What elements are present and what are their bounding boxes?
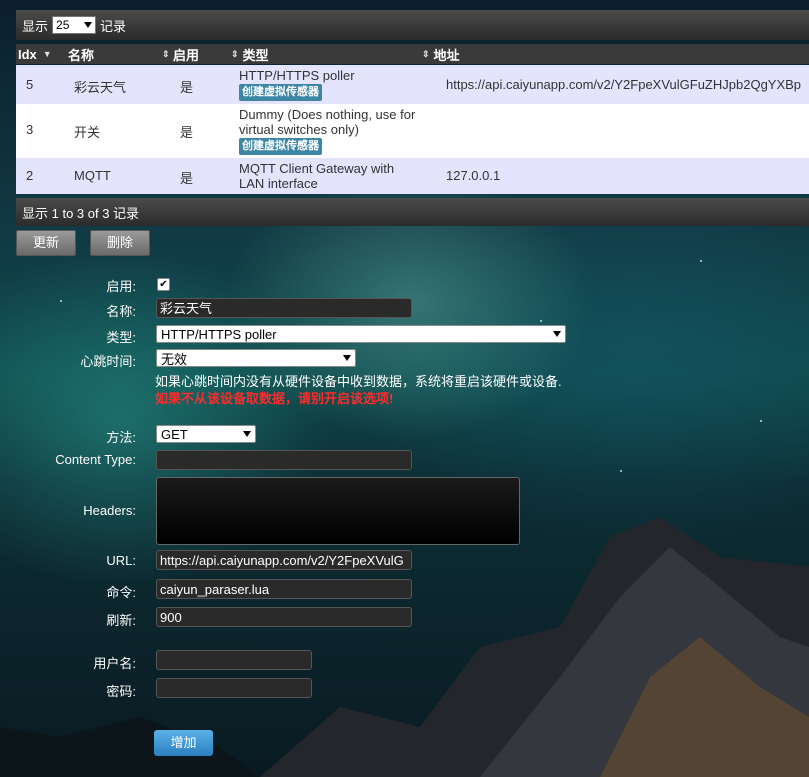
star	[540, 320, 542, 322]
name-input[interactable]: 彩云天气	[156, 298, 412, 318]
chevron-down-icon	[553, 331, 561, 337]
heartbeat-warning: 如果不从该设备取数据，请别开启该选项!	[155, 391, 394, 406]
records-label: 记录	[100, 18, 127, 34]
sort-icon: ⇕	[231, 48, 239, 59]
show-label: 显示	[22, 18, 49, 34]
sort-icon: ⇕	[162, 48, 170, 59]
cell-name: MQTT	[74, 168, 111, 183]
password-input[interactable]	[156, 678, 312, 698]
cell-address: 127.0.0.1	[446, 168, 501, 183]
chevron-down-icon	[84, 22, 93, 28]
sort-icon: ▼	[42, 49, 52, 59]
table-row[interactable]: 3 开关 是 Dummy (Does nothing, use for virt…	[16, 104, 809, 158]
method-select[interactable]: GET	[156, 425, 256, 443]
cell-idx: 5	[26, 77, 34, 92]
cell-idx: 2	[26, 168, 34, 183]
table-info-footer: 显示 1 to 3 of 3 记录	[16, 198, 809, 226]
heartbeat-select-value: 无效	[161, 351, 188, 367]
create-virtual-sensor-button[interactable]: 创建虚拟传感器	[239, 84, 322, 101]
type-text: HTTP/HTTPS poller	[239, 68, 355, 83]
enabled-label: 启用:	[106, 279, 136, 294]
type-text: virtual switches only)	[239, 122, 359, 137]
column-header-enabled[interactable]: 启用	[173, 44, 231, 64]
create-virtual-sensor-button[interactable]: 创建虚拟传感器	[239, 138, 322, 155]
table-row[interactable]: 5 彩云天气 是 HTTP/HTTPS poller 创建虚拟传感器 https…	[16, 65, 809, 104]
delete-button[interactable]: 删除	[90, 230, 150, 256]
column-header-name[interactable]: 名称	[68, 44, 156, 64]
add-button[interactable]: 增加	[154, 730, 213, 756]
username-label: 用户名:	[93, 656, 136, 671]
table-row[interactable]: 2 MQTT 是 MQTT Client Gateway with LAN in…	[16, 158, 809, 194]
star	[620, 470, 622, 472]
cell-idx: 3	[26, 122, 34, 137]
method-select-value: GET	[161, 426, 188, 442]
cell-name: 彩云天气	[74, 80, 127, 95]
password-label: 密码:	[106, 684, 136, 699]
type-text: Dummy (Does nothing, use for	[239, 107, 416, 122]
column-header-type[interactable]: ⇕ 类型	[231, 44, 422, 64]
refresh-label: 刷新:	[106, 613, 136, 628]
star	[760, 420, 762, 422]
command-label: 命令:	[106, 585, 136, 600]
records-info: 显示 1 to 3 of 3 记录	[22, 205, 140, 221]
command-input[interactable]: caiyun_paraser.lua	[156, 579, 412, 599]
update-button[interactable]: 更新	[16, 230, 76, 256]
table-length-bar: 显示 25 记录	[16, 10, 809, 40]
sort-icon: ⇕	[422, 48, 430, 59]
star	[700, 260, 702, 262]
refresh-input[interactable]: 900	[156, 607, 412, 627]
url-input[interactable]: https://api.caiyunapp.com/v2/Y2FpeXVulG	[156, 550, 412, 570]
type-text: LAN interface	[239, 176, 318, 191]
content-type-label: Content Type:	[55, 452, 136, 467]
column-header-address[interactable]: ⇕ 地址	[422, 44, 622, 64]
cell-type: MQTT Client Gateway with LAN interface	[239, 161, 394, 191]
chevron-down-icon	[243, 431, 251, 437]
cell-type: Dummy (Does nothing, use for virtual swi…	[239, 107, 415, 155]
cell-enabled: 是	[180, 80, 194, 95]
content-type-input[interactable]	[156, 450, 412, 470]
cell-type: HTTP/HTTPS poller 创建虚拟传感器	[239, 68, 355, 101]
url-label: URL:	[106, 553, 136, 568]
checkmark-icon: ✔	[159, 279, 168, 290]
page-size-select[interactable]: 25	[52, 16, 97, 34]
username-input[interactable]	[156, 650, 312, 670]
cell-enabled: 是	[180, 125, 194, 140]
cell-name: 开关	[74, 125, 101, 140]
page-size-value: 25	[56, 18, 70, 32]
name-label: 名称:	[106, 304, 136, 319]
method-label: 方法:	[106, 430, 136, 445]
sort-icon-name[interactable]: ⇕	[156, 44, 173, 64]
type-select[interactable]: HTTP/HTTPS poller	[156, 325, 566, 343]
heartbeat-select[interactable]: 无效	[156, 349, 356, 367]
type-label: 类型:	[106, 330, 136, 345]
column-header-idx[interactable]: Idx ▼	[16, 44, 68, 64]
heartbeat-label: 心跳时间:	[80, 354, 136, 369]
type-text: MQTT Client Gateway with	[239, 161, 395, 176]
headers-label: Headers:	[83, 503, 136, 518]
headers-textarea[interactable]	[156, 477, 520, 545]
cell-enabled: 是	[180, 171, 194, 186]
chevron-down-icon	[343, 355, 351, 361]
enabled-checkbox[interactable]: ✔	[157, 278, 170, 291]
table-header: Idx ▼ 名称 ⇕ 启用 ⇕ 类型 ⇕ 地址	[16, 44, 809, 64]
type-select-value: HTTP/HTTPS poller	[161, 326, 277, 342]
cell-address: https://api.caiyunapp.com/v2/Y2FpeXVulGF…	[446, 77, 802, 92]
